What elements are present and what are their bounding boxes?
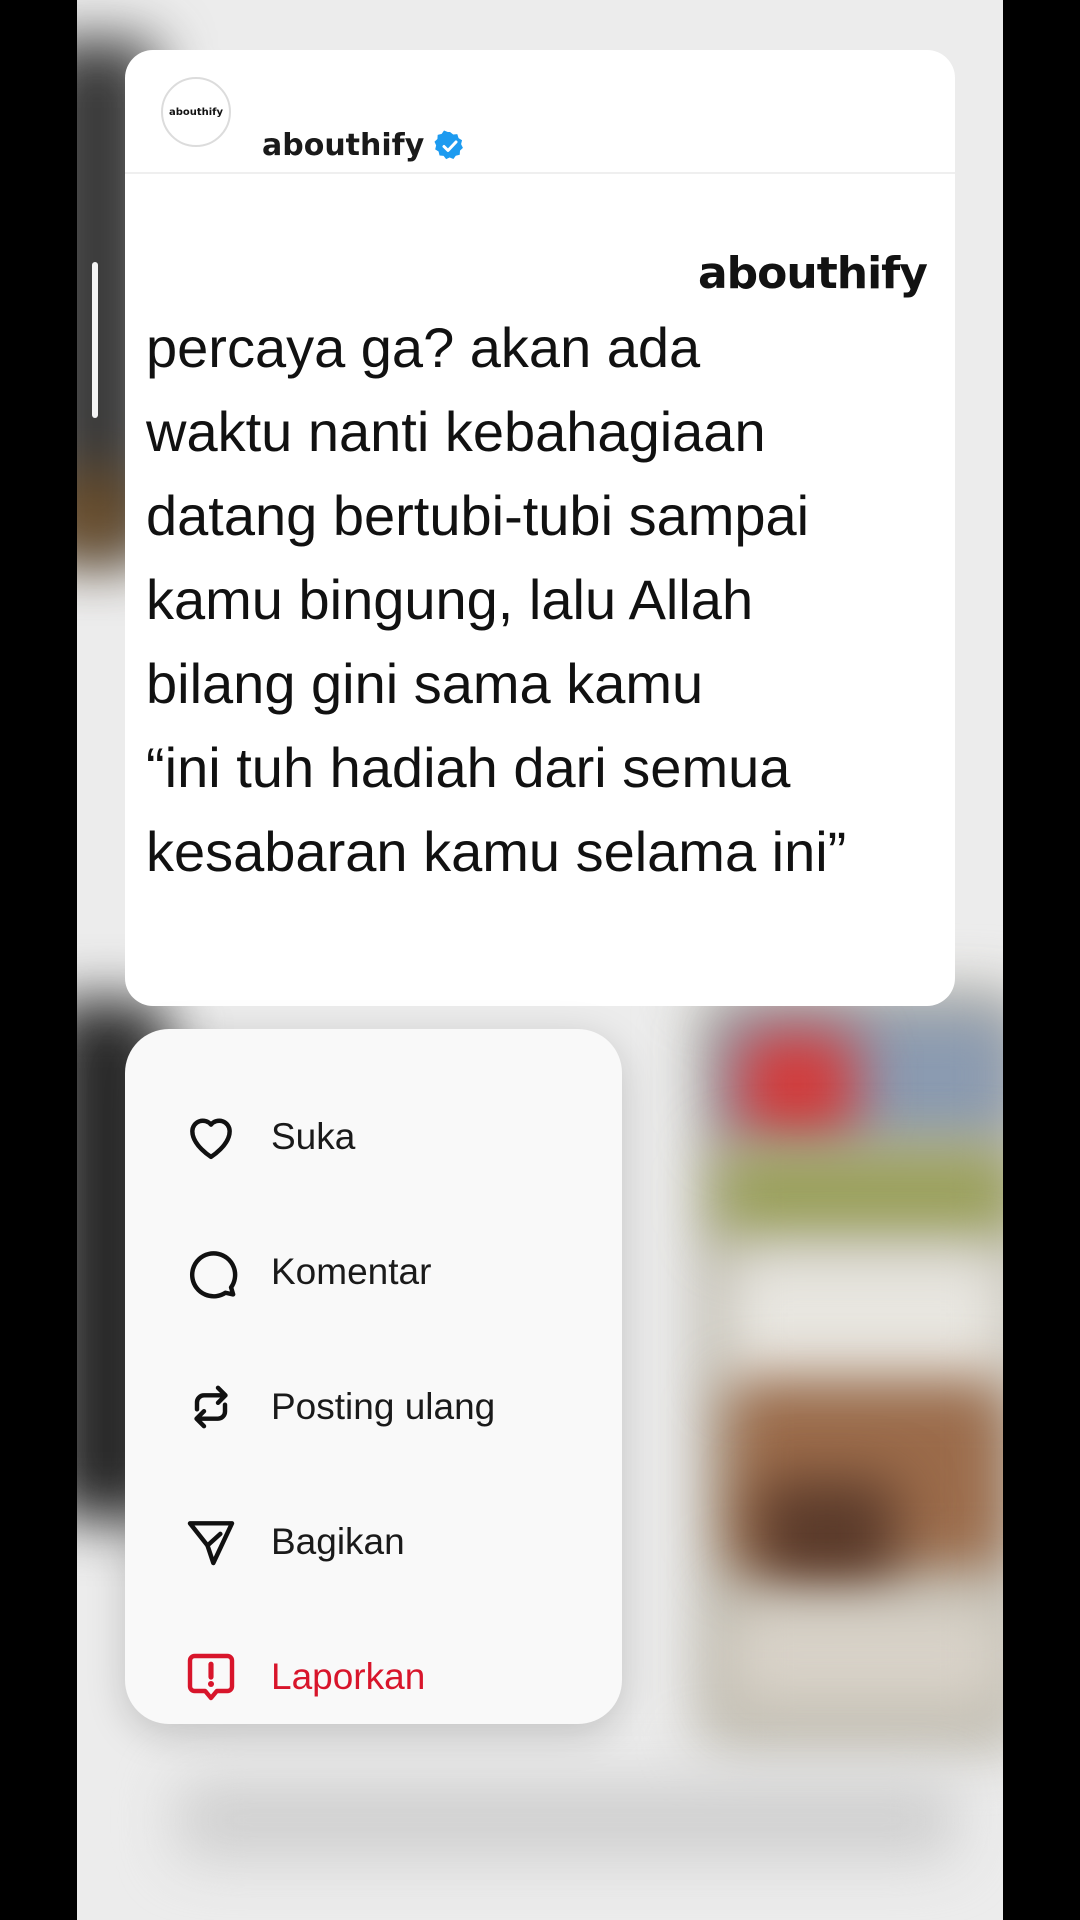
- repost-icon: [181, 1377, 241, 1437]
- menu-item-like[interactable]: Suka: [125, 1069, 622, 1204]
- brand-logo: abouthify: [697, 248, 928, 299]
- menu-item-label: Laporkan: [271, 1655, 426, 1697]
- post-text-line: kesabaran kamu selama ini”: [146, 820, 847, 883]
- post-text-line: kamu bingung, lalu Allah: [146, 568, 754, 631]
- post-header: abouthify abouthify: [125, 50, 955, 174]
- post-text-line: datang bertubi-tubi sampai: [146, 484, 810, 547]
- menu-item-label: Bagikan: [271, 1520, 405, 1562]
- menu-item-share[interactable]: Bagikan: [125, 1474, 622, 1609]
- post-text-line: percaya ga? akan ada: [146, 316, 701, 379]
- share-icon: [181, 1512, 241, 1572]
- username-row: abouthify: [262, 130, 466, 162]
- post-text: percaya ga? akan ada waktu nanti kebahag…: [146, 306, 946, 894]
- comment-icon: [181, 1242, 241, 1302]
- menu-item-label: Posting ulang: [271, 1385, 496, 1427]
- menu-item-label: Komentar: [271, 1250, 432, 1292]
- post-text-line: waktu nanti kebahagiaan: [146, 400, 766, 463]
- action-menu: Suka Komentar Posting ulang Bagikan Lapo…: [125, 1029, 622, 1724]
- verified-badge-icon: [434, 130, 466, 162]
- scroll-indicator[interactable]: [92, 262, 98, 418]
- post-text-line: bilang gini sama kamu: [146, 652, 704, 715]
- report-icon: [181, 1647, 241, 1707]
- post-image[interactable]: abouthify percaya ga? akan ada waktu nan…: [125, 174, 955, 1006]
- avatar-logo-text: abouthify: [168, 106, 224, 118]
- heart-icon: [181, 1107, 241, 1167]
- menu-item-label: Suka: [271, 1115, 356, 1157]
- post-card[interactable]: abouthify abouthify abouthify percaya ga…: [125, 50, 955, 1006]
- menu-item-report[interactable]: Laporkan: [125, 1609, 622, 1724]
- screen: abouthify abouthify abouthify percaya ga…: [0, 0, 1080, 1920]
- menu-item-repost[interactable]: Posting ulang: [125, 1339, 622, 1474]
- avatar[interactable]: abouthify: [161, 77, 231, 147]
- username[interactable]: abouthify: [262, 131, 424, 161]
- menu-item-comment[interactable]: Komentar: [125, 1204, 622, 1339]
- post-text-line: “ini tuh hadiah dari semua: [146, 736, 791, 799]
